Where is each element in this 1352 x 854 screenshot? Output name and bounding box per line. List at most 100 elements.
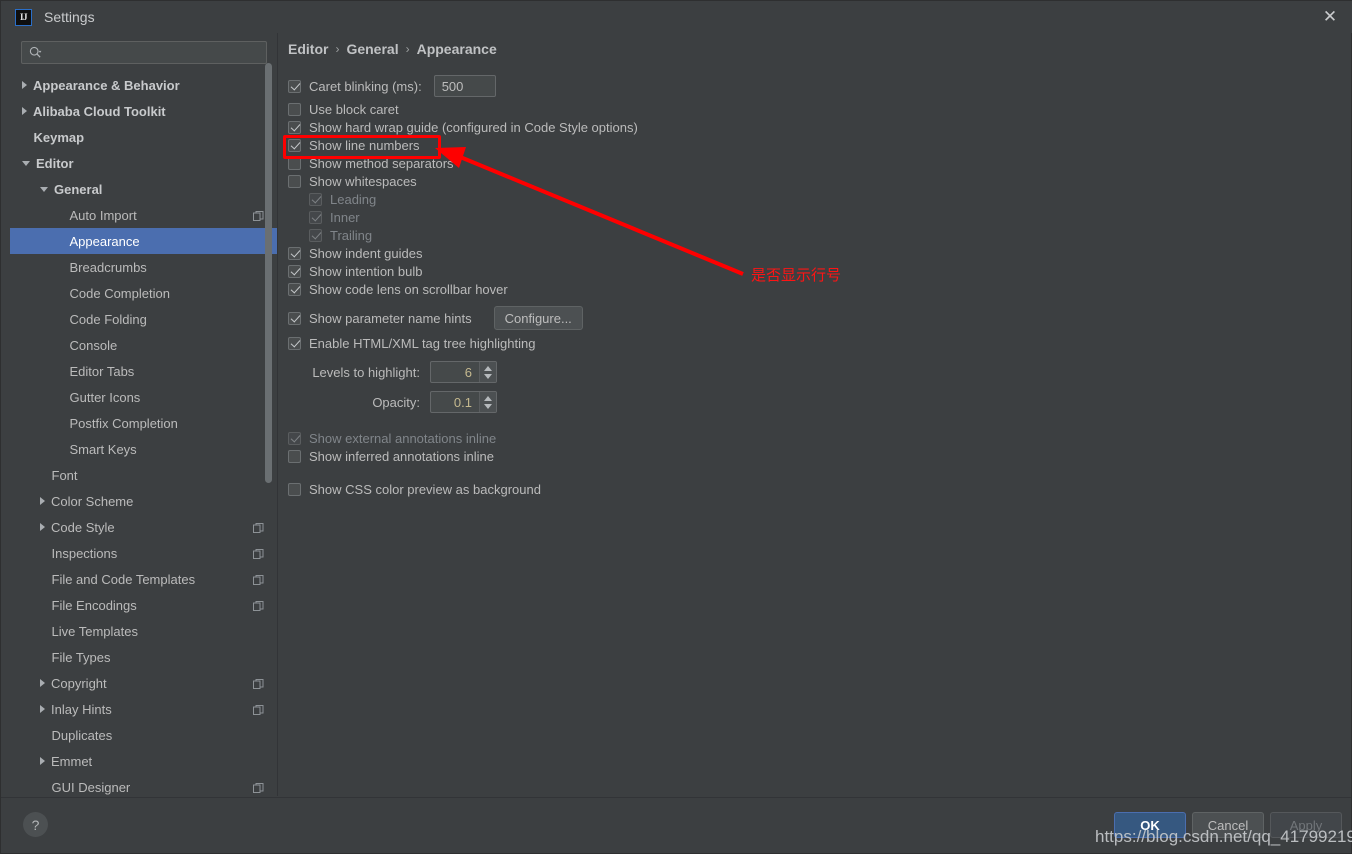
- caret-blinking-checkbox[interactable]: [288, 79, 301, 93]
- settings-tree: Appearance & Behavior Alibaba Cloud Toolk…: [10, 72, 277, 796]
- breadcrumb-part-editor[interactable]: Editor: [288, 41, 328, 57]
- option-show-code-lens-on-scrollbar-hover: Show code lens on scrollbar hover: [288, 280, 1328, 298]
- parameter-hints-checkbox[interactable]: [288, 311, 301, 325]
- ok-button[interactable]: OK: [1114, 812, 1186, 838]
- sidebar-item-duplicates[interactable]: Duplicates: [10, 722, 277, 748]
- sidebar-item-file-types[interactable]: File Types: [10, 644, 277, 670]
- opacity-row: Opacity: 0.1: [288, 389, 1328, 415]
- sidebar-item-label: Editor Tabs: [69, 363, 135, 379]
- css-preview-label: Show CSS color preview as background: [309, 481, 541, 497]
- sidebar-item-gutter-icons[interactable]: Gutter Icons: [10, 384, 277, 410]
- sidebar-item-console[interactable]: Console: [10, 332, 277, 358]
- sidebar-item-inspections[interactable]: Inspections: [10, 540, 277, 566]
- sidebar-item-copyright[interactable]: Copyright: [10, 670, 277, 696]
- chevron-right-icon[interactable]: [22, 81, 27, 89]
- sidebar-item-general[interactable]: General: [10, 176, 277, 202]
- chevron-right-icon[interactable]: [40, 497, 45, 505]
- option-tag-tree-highlighting: Enable HTML/XML tag tree highlighting: [288, 332, 1328, 354]
- chevron-right-icon[interactable]: [40, 705, 45, 713]
- sidebar-item-appearance[interactable]: Appearance: [10, 228, 277, 254]
- sidebar-item-file-and-code-templates[interactable]: File and Code Templates: [10, 566, 277, 592]
- option-trailing-checkbox: [309, 228, 322, 242]
- sidebar-item-auto-import[interactable]: Auto Import: [10, 202, 277, 228]
- option-show-inferred-annotations-inline-checkbox[interactable]: [288, 449, 301, 463]
- breadcrumb-part-appearance[interactable]: Appearance: [417, 41, 497, 57]
- sidebar-item-editor-tabs[interactable]: Editor Tabs: [10, 358, 277, 384]
- option-show-line-numbers: Show line numbers: [288, 136, 1328, 154]
- search-input[interactable]: [42, 44, 266, 61]
- sidebar-item-inlay-hints[interactable]: Inlay Hints: [10, 696, 277, 722]
- sidebar-item-breadcrumbs[interactable]: Breadcrumbs: [10, 254, 277, 280]
- option-show-hard-wrap-guide-configured-in-checkbox[interactable]: [288, 120, 301, 134]
- option-show-line-numbers-checkbox[interactable]: [288, 138, 301, 152]
- sidebar-item-smart-keys[interactable]: Smart Keys: [10, 436, 277, 462]
- sidebar-item-font[interactable]: Font: [10, 462, 277, 488]
- cancel-button[interactable]: Cancel: [1192, 812, 1264, 838]
- chevron-up-icon[interactable]: [484, 365, 492, 371]
- option-use-block-caret-label: Use block caret: [309, 101, 399, 117]
- sidebar-scrollbar-thumb[interactable]: [265, 63, 272, 483]
- opacity-value[interactable]: 0.1: [431, 392, 479, 412]
- option-inner-label: Inner: [330, 209, 360, 225]
- option-use-block-caret-checkbox[interactable]: [288, 102, 301, 116]
- sidebar-item-editor[interactable]: Editor: [10, 150, 277, 176]
- css-preview-checkbox[interactable]: [288, 482, 301, 496]
- sidebar-item-label: Auto Import: [69, 207, 137, 223]
- option-show-intention-bulb-checkbox[interactable]: [288, 264, 301, 278]
- sidebar-item-postfix-completion[interactable]: Postfix Completion: [10, 410, 277, 436]
- option-inner-checkbox: [309, 210, 322, 224]
- sidebar-item-label: Smart Keys: [69, 441, 137, 457]
- sidebar-item-file-encodings[interactable]: File Encodings: [10, 592, 277, 618]
- option-show-whitespaces-checkbox[interactable]: [288, 174, 301, 188]
- copy-settings-icon: [253, 574, 264, 585]
- chevron-right-icon[interactable]: [40, 757, 45, 765]
- search-box[interactable]: [21, 41, 267, 64]
- help-button[interactable]: ?: [23, 812, 48, 837]
- chevron-right-icon[interactable]: [40, 679, 45, 687]
- apply-button: Apply: [1270, 812, 1342, 838]
- option-trailing-label: Trailing: [330, 227, 373, 243]
- caret-blinking-input[interactable]: 500: [433, 75, 496, 97]
- opacity-label: Opacity:: [372, 394, 420, 410]
- sidebar-item-label: Code Style: [51, 519, 115, 535]
- chevron-down-icon[interactable]: [22, 160, 30, 166]
- sidebar-item-color-scheme[interactable]: Color Scheme: [10, 488, 277, 514]
- copy-settings-icon: [253, 704, 264, 715]
- option-show-external-annotations-inline-checkbox: [288, 431, 301, 445]
- chevron-down-icon[interactable]: [40, 186, 48, 192]
- sidebar-item-appearance-behavior[interactable]: Appearance & Behavior: [10, 72, 277, 98]
- configure-button[interactable]: Configure...: [493, 306, 583, 330]
- breadcrumb-part-general[interactable]: General: [346, 41, 398, 57]
- sidebar-item-live-templates[interactable]: Live Templates: [10, 618, 277, 644]
- option-show-intention-bulb: Show intention bulb: [288, 262, 1328, 280]
- levels-to-highlight-spinner[interactable]: 6: [430, 361, 497, 383]
- sidebar-item-code-folding[interactable]: Code Folding: [10, 306, 277, 332]
- option-show-code-lens-on-scrollbar-hover-checkbox[interactable]: [288, 282, 301, 296]
- option-show-indent-guides-checkbox[interactable]: [288, 246, 301, 260]
- chevron-down-icon[interactable]: [484, 373, 492, 379]
- tag-tree-checkbox[interactable]: [288, 336, 301, 350]
- close-icon[interactable]: ✕: [1307, 1, 1352, 33]
- levels-spinner-buttons[interactable]: [479, 362, 496, 382]
- sidebar-item-keymap[interactable]: Keymap: [10, 124, 277, 150]
- opacity-spinner[interactable]: 0.1: [430, 391, 497, 413]
- sidebar-item-label: Live Templates: [51, 623, 138, 639]
- sidebar-item-code-completion[interactable]: Code Completion: [10, 280, 277, 306]
- levels-to-highlight-value[interactable]: 6: [431, 362, 479, 382]
- chevron-right-icon[interactable]: [22, 107, 27, 115]
- sidebar-item-emmet[interactable]: Emmet: [10, 748, 277, 774]
- opacity-spinner-buttons[interactable]: [479, 392, 496, 412]
- chevron-up-icon[interactable]: [484, 395, 492, 401]
- sidebar-item-gui-designer[interactable]: GUI Designer: [10, 774, 277, 796]
- option-show-hard-wrap-guide-configured-in-label: Show hard wrap guide (configured in Code…: [309, 119, 638, 135]
- sidebar-item-alibaba-cloud-toolkit[interactable]: Alibaba Cloud Toolkit: [10, 98, 277, 124]
- option-show-method-separators-checkbox[interactable]: [288, 156, 301, 170]
- chevron-down-icon[interactable]: [484, 403, 492, 409]
- sidebar-item-code-style[interactable]: Code Style: [10, 514, 277, 540]
- sidebar-item-label: File Encodings: [51, 597, 137, 613]
- sidebar-item-label: Appearance: [69, 233, 140, 249]
- sidebar-item-label: Gutter Icons: [69, 389, 141, 405]
- chevron-right-icon[interactable]: [40, 523, 45, 531]
- parameter-hints-label: Show parameter name hints: [309, 310, 472, 326]
- sidebar-item-label: Appearance & Behavior: [33, 77, 180, 93]
